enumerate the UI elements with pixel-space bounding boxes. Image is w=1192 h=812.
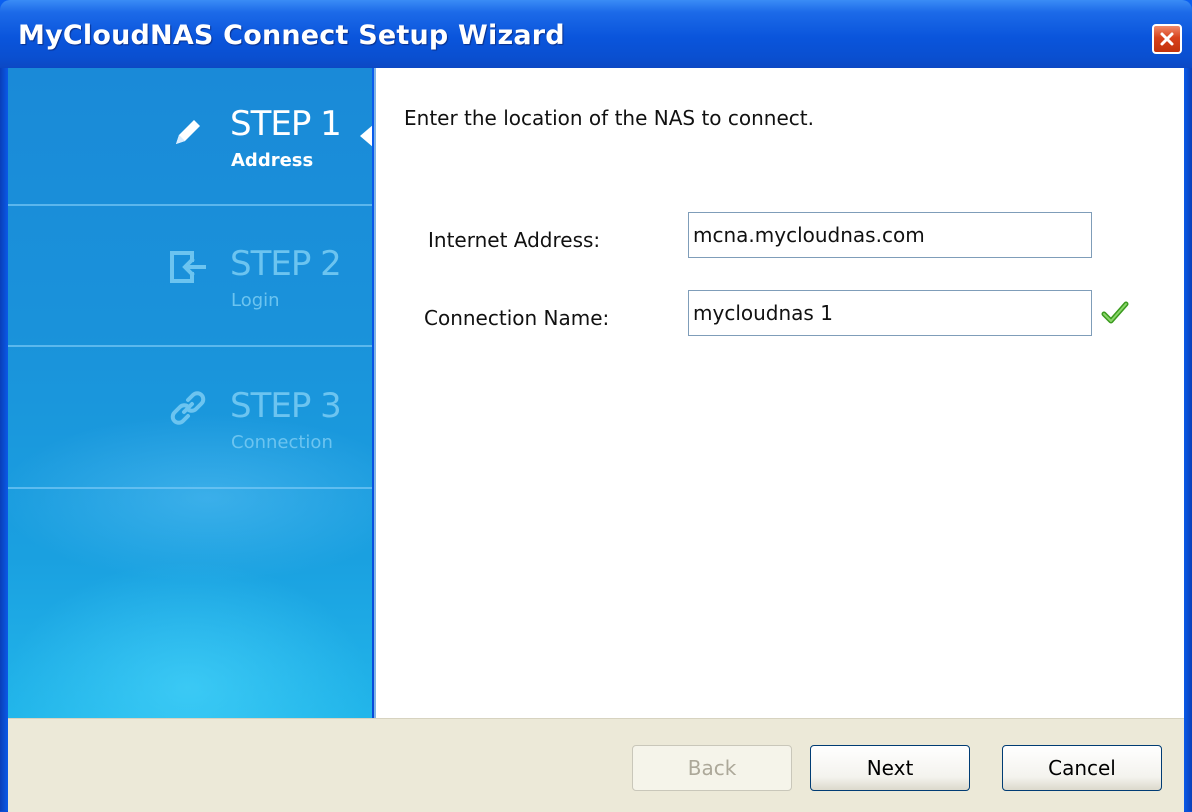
window-frame-right bbox=[1184, 68, 1192, 811]
cancel-button[interactable]: Cancel bbox=[1002, 745, 1162, 791]
step-divider bbox=[8, 487, 372, 489]
close-icon bbox=[1160, 32, 1174, 46]
instruction-text: Enter the location of the NAS to connect… bbox=[404, 106, 814, 130]
button-bar: Back Next Cancel bbox=[8, 718, 1184, 812]
step-2: STEP 2 Login bbox=[8, 206, 372, 346]
step-3-title: STEP 3 bbox=[230, 386, 342, 426]
login-icon bbox=[170, 251, 206, 283]
title-bar[interactable]: MyCloudNAS Connect Setup Wizard bbox=[0, 0, 1192, 68]
wizard-content: Enter the location of the NAS to connect… bbox=[374, 68, 1184, 718]
checkmark-icon bbox=[1101, 301, 1129, 324]
internet-address-label: Internet Address: bbox=[428, 228, 601, 252]
pencil-icon bbox=[176, 120, 200, 144]
wizard-window: MyCloudNAS Connect Setup Wizard STEP 1 A… bbox=[0, 0, 1192, 812]
back-button[interactable]: Back bbox=[632, 745, 792, 791]
steps-sidebar: STEP 1 Address STEP 2 Login STEP 3 Conne… bbox=[8, 68, 372, 718]
step-1-subtitle: Address bbox=[231, 150, 314, 171]
close-button[interactable] bbox=[1152, 24, 1182, 54]
link-icon bbox=[170, 391, 206, 425]
window-frame-left bbox=[0, 68, 8, 811]
step-2-subtitle: Login bbox=[231, 290, 280, 311]
step-1-title: STEP 1 bbox=[230, 104, 342, 144]
window-title: MyCloudNAS Connect Setup Wizard bbox=[18, 20, 565, 51]
next-button[interactable]: Next bbox=[810, 745, 970, 791]
connection-name-input[interactable] bbox=[688, 290, 1092, 336]
step-2-title: STEP 2 bbox=[230, 244, 342, 284]
internet-address-input[interactable] bbox=[688, 212, 1092, 258]
step-3: STEP 3 Connection bbox=[8, 348, 372, 488]
connection-name-label: Connection Name: bbox=[424, 306, 610, 330]
step-3-subtitle: Connection bbox=[231, 432, 333, 453]
step-1: STEP 1 Address bbox=[8, 68, 372, 208]
step-divider bbox=[8, 345, 372, 347]
active-step-pointer bbox=[360, 124, 372, 148]
